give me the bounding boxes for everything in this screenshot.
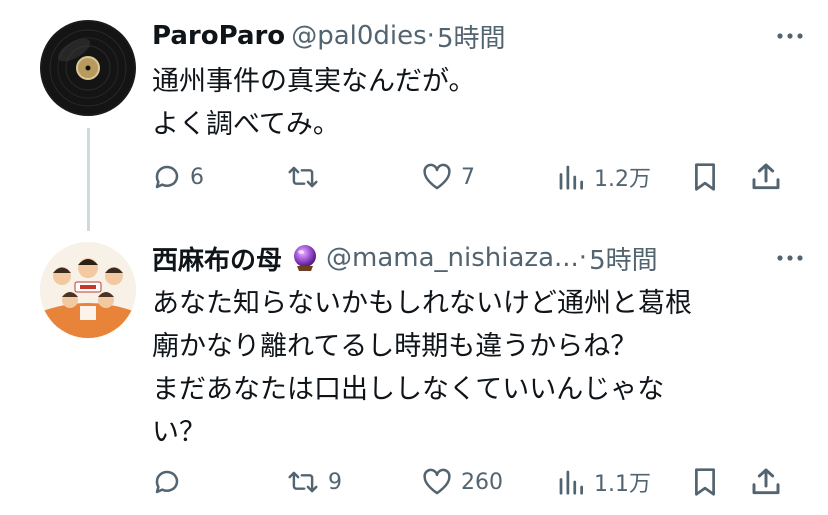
vinyl-record-icon <box>40 20 136 116</box>
retweet-count: 9 <box>328 469 342 495</box>
crystal-ball-icon <box>290 243 320 273</box>
tweet-text: あなた知らないかもしれないけど通州と葛根 廟かなり離れてるし時期も違うからね？ … <box>152 288 692 448</box>
user-handle[interactable]: @mama_nishiaza... <box>326 243 579 273</box>
avatar[interactable] <box>40 242 136 338</box>
views-button[interactable]: 1.2万 <box>556 157 651 197</box>
reply-count: 6 <box>190 164 204 190</box>
timestamp[interactable]: 5時間 <box>437 18 506 55</box>
tweet[interactable]: ParoParo @pal0dies · 5時間 通州事件の真実なんだが。 よく… <box>0 0 828 231</box>
like-count: 7 <box>461 164 475 190</box>
more-options-button[interactable] <box>770 18 810 54</box>
action-bar: 6 7 1.2万 <box>0 157 828 197</box>
avatar[interactable] <box>40 20 136 116</box>
tweet-text: 通州事件の真実なんだが。 よく調べてみ。 <box>152 66 476 140</box>
reply-button[interactable] <box>152 462 190 502</box>
analytics-icon <box>559 165 583 190</box>
retweet-icon <box>288 166 318 188</box>
view-count: 1.2万 <box>594 167 651 192</box>
like-button[interactable]: 260 <box>421 462 503 502</box>
illustrated-group-icon <box>40 242 136 338</box>
more-options-button[interactable] <box>770 240 810 276</box>
action-bar: 9 260 1.1万 <box>0 462 828 502</box>
more-icon <box>777 255 803 261</box>
like-button[interactable]: 7 <box>421 157 475 197</box>
user-handle[interactable]: @pal0dies <box>291 21 426 51</box>
like-count: 260 <box>461 469 503 495</box>
separator-dot: · <box>426 21 435 51</box>
timestamp[interactable]: 5時間 <box>589 240 658 277</box>
tweet-header: ParoParo @pal0dies · 5時間 <box>152 18 505 54</box>
bookmark-button[interactable] <box>690 157 720 197</box>
retweet-button[interactable] <box>286 157 328 197</box>
retweet-button[interactable]: 9 <box>286 462 342 502</box>
tweet[interactable]: 西麻布の母 @mama_nishiaza... · 5時間 あなた知らないかもし… <box>0 215 828 515</box>
analytics-icon <box>559 470 583 495</box>
heart-icon <box>423 163 451 190</box>
reply-icon <box>155 470 179 494</box>
views-button[interactable]: 1.1万 <box>556 462 651 502</box>
separator-dot: · <box>578 243 588 273</box>
bookmark-button[interactable] <box>690 462 720 502</box>
more-icon <box>777 33 803 39</box>
reply-icon <box>155 165 179 189</box>
share-button[interactable] <box>750 462 782 502</box>
reply-button[interactable]: 6 <box>152 157 204 197</box>
bookmark-icon <box>695 468 715 496</box>
share-button[interactable] <box>750 157 782 197</box>
bookmark-icon <box>695 163 715 191</box>
view-count: 1.1万 <box>594 472 651 497</box>
display-name[interactable]: 西麻布の母 <box>152 240 282 277</box>
display-name[interactable]: ParoParo <box>152 21 285 51</box>
share-icon <box>752 163 780 190</box>
retweet-icon <box>288 471 318 493</box>
tweet-header: 西麻布の母 @mama_nishiaza... · 5時間 <box>152 240 658 276</box>
heart-icon <box>423 468 451 495</box>
share-icon <box>752 468 780 495</box>
